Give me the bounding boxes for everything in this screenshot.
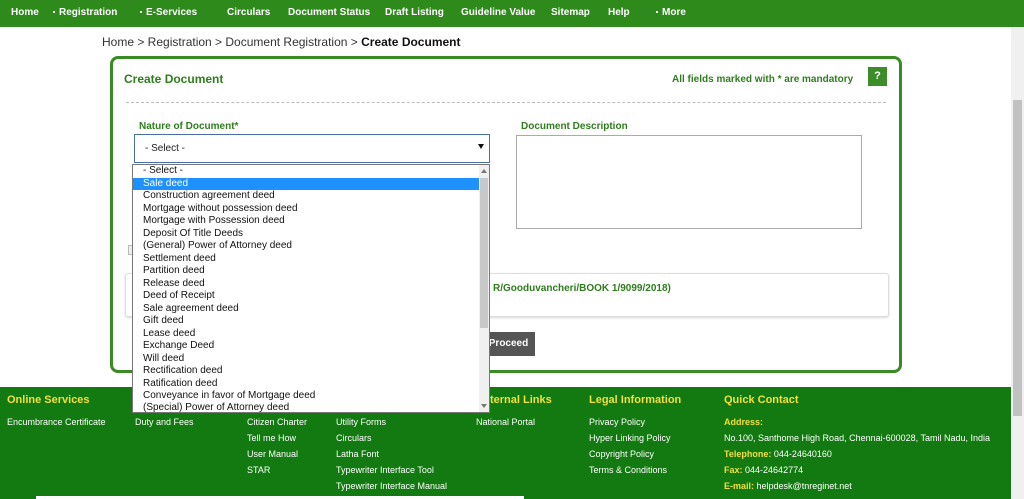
breadcrumb-current: Create Document [361,35,461,49]
dropdown-option[interactable]: Mortgage with Possession deed [133,215,479,227]
dropdown-option[interactable]: Settlement deed [133,253,479,265]
top-navigation: Home Registration E-Services Circulars D… [0,0,1024,27]
footer-link[interactable]: Privacy Policy [589,417,645,427]
dropdown-option[interactable]: Deed of Receipt [133,290,479,302]
dropdown-option[interactable]: Deposit Of Title Deeds [133,228,479,240]
nav-circulars[interactable]: Circulars [227,0,270,27]
reference-text: R/Gooduvancheri/BOOK 1/9099/2018) [493,283,671,294]
dropdown-option[interactable]: Rectification deed [133,365,479,377]
dropdown-option[interactable]: Gift deed [133,315,479,327]
dropdown-option[interactable]: Lease deed [133,328,479,340]
dropdown-option[interactable]: Ratification deed [133,378,479,390]
nav-draft-listing[interactable]: Draft Listing [385,0,444,27]
footer-link[interactable]: Tell me How [247,433,296,443]
footer-link[interactable]: Encumbrance Certificate [7,417,106,427]
page-title: Create Document [124,72,224,86]
scroll-up-icon[interactable] [481,169,487,173]
breadcrumb: Home > Registration > Document Registrat… [102,35,460,49]
dropdown-option[interactable]: Partition deed [133,265,479,277]
nav-document-status[interactable]: Document Status [288,0,370,27]
help-button[interactable]: ? [868,67,887,86]
footer-link[interactable]: Utility Forms [336,417,386,427]
footer-link[interactable]: User Manual [247,449,298,459]
select-value: - Select - [145,143,186,154]
footer-heading-online-services: Online Services [7,394,90,406]
footer-link[interactable]: Citizen Charter [247,417,307,427]
address-label: Address: [724,417,764,427]
footer-heading-quick-contact: Quick Contact [724,394,799,406]
dropdown-option[interactable]: Release deed [133,278,479,290]
nature-of-document-dropdown[interactable]: - Select - Sale deed Construction agreem… [132,164,490,413]
dropdown-option[interactable]: Sale agreement deed [133,303,479,315]
divider [126,102,886,103]
footer-link[interactable]: National Portal [476,417,535,427]
footer-link[interactable]: Typewriter Interface Tool [336,465,434,475]
nav-guideline-value[interactable]: Guideline Value [461,0,535,27]
nav-home[interactable]: Home [11,0,39,27]
page-scrollbar[interactable] [1011,27,1024,499]
dropdown-option[interactable]: Mortgage without possession deed [133,203,479,215]
dropdown-option[interactable]: Will deed [133,353,479,365]
email[interactable]: E-mail: helpdesk@tnreginet.net [724,481,852,491]
dot-icon [140,11,142,14]
scroll-down-icon[interactable] [481,404,487,408]
footer-link[interactable]: Hyper Linking Policy [589,433,671,443]
dropdown-scrollbar-thumb[interactable] [480,178,488,328]
document-description-textarea[interactable] [516,135,862,229]
footer-link[interactable]: Typewriter Interface Manual [336,481,447,491]
footer-link[interactable]: Latha Font [336,449,379,459]
dot-icon [656,11,658,14]
footer-heading-external-links: ternal Links [490,394,552,406]
footer-link[interactable]: Terms & Conditions [589,465,667,475]
footer-link[interactable]: Copyright Policy [589,449,654,459]
document-description-label: Document Description [521,121,628,132]
nav-sitemap[interactable]: Sitemap [551,0,590,27]
dropdown-option[interactable]: (General) Power of Attorney deed [133,240,479,252]
chevron-down-icon [478,144,484,149]
dot-icon [53,11,55,14]
footer-link[interactable]: STAR [247,465,270,475]
dropdown-scrollbar[interactable] [479,165,489,412]
dropdown-option[interactable]: (Special) Power of Attorney deed [133,402,479,412]
footer-link[interactable]: Circulars [336,433,372,443]
telephone: Telephone: 044-24640160 [724,449,832,459]
nav-help[interactable]: Help [608,0,630,27]
nav-registration[interactable]: Registration [53,0,117,27]
footer-heading-legal: Legal Information [589,394,682,406]
page-scrollbar-thumb[interactable] [1013,100,1022,416]
nature-of-document-label: Nature of Document* [139,121,239,132]
nav-more[interactable]: More [656,0,686,27]
footer-link[interactable]: Duty and Fees [135,417,194,427]
dropdown-option[interactable]: Construction agreement deed [133,190,479,202]
fax: Fax: 044-24642774 [724,465,804,475]
nature-of-document-select[interactable]: - Select - [134,134,490,163]
dropdown-option[interactable]: - Select - [133,165,479,177]
breadcrumb-path[interactable]: Home > Registration > Document Registrat… [102,35,361,49]
dropdown-option[interactable]: Conveyance in favor of Mortgage deed [133,390,479,402]
dropdown-option[interactable]: Exchange Deed [133,340,479,352]
address-text: No.100, Santhome High Road, Chennai-6000… [724,433,991,443]
mandatory-note: All fields marked with * are mandatory [672,74,854,85]
nav-e-services[interactable]: E-Services [140,0,197,27]
dropdown-option-selected[interactable]: Sale deed [133,178,479,190]
